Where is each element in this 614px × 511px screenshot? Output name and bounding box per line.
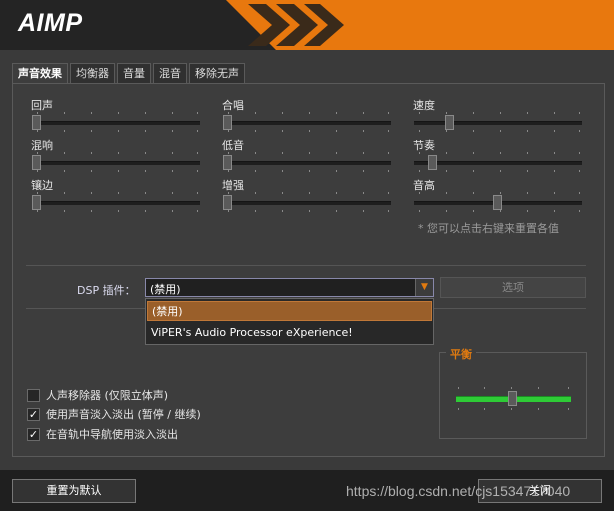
dsp-plugin-select[interactable]: (禁用) ▼	[145, 278, 434, 297]
vocal-remover-checkbox[interactable]	[27, 388, 40, 402]
balance-tick	[458, 387, 459, 389]
fade-navigation-checkbox[interactable]: ✓	[27, 427, 40, 441]
dsp-option-disabled[interactable]: (禁用)	[147, 301, 432, 321]
reset-defaults-button[interactable]: 重置为默认	[12, 479, 136, 503]
slider-ticks-graphic	[37, 112, 580, 212]
balance-title: 平衡	[446, 346, 476, 362]
fade-pause-checkbox[interactable]: ✓	[27, 407, 40, 421]
vocal-remover-option[interactable]: 人声移除器 (仅限立体声)	[27, 388, 168, 402]
dsp-plugin-dropdown-list: (禁用) ViPER's Audio Processor eXperience!	[145, 298, 434, 345]
dsp-plugin-label: DSP 插件：	[77, 284, 136, 297]
fade-navigation-option[interactable]: ✓ 在音轨中导航使用淡入淡出	[27, 427, 178, 441]
balance-tick	[538, 408, 539, 410]
balance-tick	[484, 387, 485, 389]
dsp-dropdown-arrow[interactable]: ▼	[415, 279, 433, 296]
balance-tick	[484, 408, 485, 410]
vocal-remover-label: 人声移除器 (仅限立体声)	[46, 389, 169, 402]
balance-tick	[511, 387, 512, 389]
dsp-plugin-value: (禁用)	[150, 283, 181, 296]
fade-navigation-label: 在音轨中导航使用淡入淡出	[46, 428, 178, 441]
reset-hint-note: * 您可以点击右键来重置各值	[418, 222, 559, 235]
balance-tick	[458, 408, 459, 410]
fade-pause-option[interactable]: ✓ 使用声音淡入淡出 (暂停 / 继续)	[27, 407, 201, 421]
fade-pause-label: 使用声音淡入淡出 (暂停 / 继续)	[46, 408, 201, 421]
dsp-option-viper[interactable]: ViPER's Audio Processor eXperience!	[147, 323, 432, 343]
balance-tick	[568, 408, 569, 410]
balance-tick	[538, 387, 539, 389]
balance-tick	[568, 387, 569, 389]
balance-slider-thumb[interactable]	[508, 391, 517, 406]
chevron-down-icon: ▼	[421, 282, 428, 292]
divider-top	[26, 265, 586, 266]
balance-tick	[511, 408, 512, 410]
dsp-options-button[interactable]: 选项	[440, 277, 586, 298]
watermark-text: https://blog.csdn.net/cjs1534717040	[346, 483, 571, 499]
